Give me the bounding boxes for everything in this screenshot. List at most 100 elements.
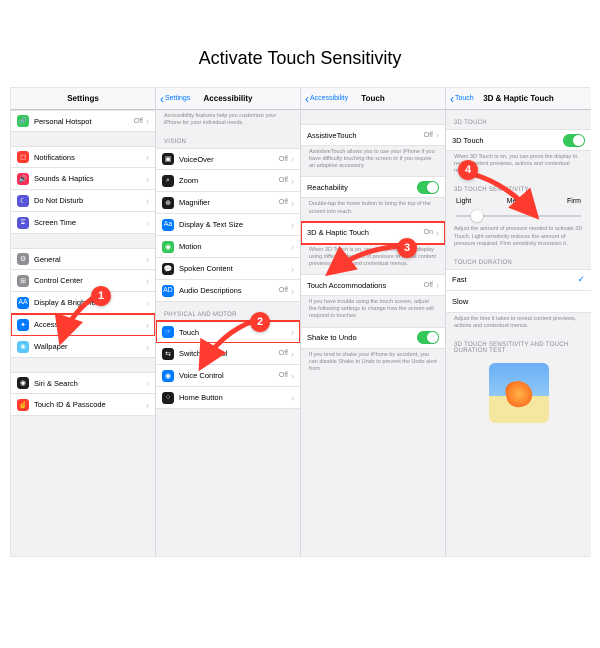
step-badge-3: 3 (397, 238, 417, 258)
label: Do Not Disturb (34, 196, 143, 205)
label: Display & Brightness (34, 298, 143, 307)
row-settings[interactable]: ✦Accessibility› (11, 314, 155, 336)
row-accessibility[interactable]: ○Home Button› (156, 387, 300, 409)
row-accessibility[interactable]: ADAudio DescriptionsOff› (156, 280, 300, 302)
row-settings[interactable]: ☝Touch ID & Passcode› (11, 394, 155, 416)
pane-settings: Settings 🔗Personal HotspotOff›◻︎Notifica… (11, 88, 156, 556)
seg-medium: Medium (507, 198, 532, 205)
app-icon: ❀ (17, 341, 29, 353)
sensitivity-slider[interactable] (456, 209, 581, 223)
header-title: Touch (361, 94, 384, 103)
chevron-icon: › (146, 196, 149, 206)
row-duration-slow[interactable]: Slow (446, 291, 591, 313)
step-badge-1: 1 (91, 286, 111, 306)
row-duration-fast[interactable]: Fast ✓ (446, 269, 591, 291)
helper-text: Double-tap the home button to bring the … (301, 198, 445, 221)
header-title: Settings (67, 94, 99, 103)
app-icon: ▣ (162, 153, 174, 165)
row-accessibility[interactable]: ▣VoiceOverOff› (156, 148, 300, 170)
chevron-icon: › (146, 320, 149, 330)
chevron-icon: › (146, 378, 149, 388)
reachability-toggle[interactable] (417, 181, 439, 194)
header-title: 3D & Haptic Touch (483, 94, 554, 103)
row-accessibility[interactable]: ☞Touch› (156, 321, 300, 343)
chevron-icon: › (291, 349, 294, 359)
back-button[interactable]: Touch (450, 95, 474, 102)
label: Fast (452, 275, 574, 284)
header: Settings Accessibility (156, 88, 300, 110)
back-button[interactable]: Settings (160, 95, 190, 102)
chevron-icon: › (291, 286, 294, 296)
row-reachability[interactable]: Reachability (301, 176, 445, 198)
label: Siri & Search (34, 379, 143, 388)
group-label: 3D TOUCH SENSITIVITY AND TOUCH DURATION … (446, 336, 591, 357)
row-settings[interactable]: ⚙︎General› (11, 248, 155, 270)
value: On (424, 229, 433, 236)
label: AssistiveTouch (307, 131, 421, 140)
slider-thumb[interactable] (471, 210, 483, 222)
row-settings[interactable]: 🔊Sounds & Haptics› (11, 168, 155, 190)
row-accessibility[interactable]: ⊕MagnifierOff› (156, 192, 300, 214)
back-button[interactable]: Accessibility (305, 95, 348, 102)
label: Motion (179, 242, 288, 251)
row-accessibility[interactable]: ⇆Switch ControlOff› (156, 343, 300, 365)
app-icon: ⌛︎ (17, 217, 29, 229)
label: Reachability (307, 183, 414, 192)
shake-toggle[interactable] (417, 331, 439, 344)
row-shake-to-undo[interactable]: Shake to Undo (301, 327, 445, 349)
row-accessibility[interactable]: AaDisplay & Text Size› (156, 214, 300, 236)
label: General (34, 255, 143, 264)
flower-icon (503, 379, 533, 409)
row-settings[interactable]: ❀Wallpaper› (11, 336, 155, 358)
group-label: TOUCH DURATION (446, 254, 591, 269)
chevron-icon: › (146, 342, 149, 352)
row-3d-haptic-touch[interactable]: 3D & Haptic Touch On › (301, 222, 445, 244)
row-touch-accommodations[interactable]: Touch Accommodations Off › (301, 274, 445, 296)
row-assistivetouch[interactable]: AssistiveTouch Off › (301, 124, 445, 146)
chevron-icon: › (291, 198, 294, 208)
row-settings[interactable]: 🔗Personal HotspotOff› (11, 110, 155, 132)
label: Magnifier (179, 198, 276, 207)
group-label-motor: PHYSICAL AND MOTOR (156, 302, 300, 321)
helper-text: If you tend to shake your iPhone by acci… (301, 349, 445, 379)
app-icon: ⊞ (17, 275, 29, 287)
page-title: Activate Touch Sensitivity (0, 48, 600, 69)
header: Settings (11, 88, 155, 110)
helper-text: If you have trouble using the touch scre… (301, 296, 445, 326)
label: 3D Touch (452, 136, 560, 145)
chevron-icon: › (291, 242, 294, 252)
chevron-icon: › (291, 264, 294, 274)
row-accessibility[interactable]: ⌕ZoomOff› (156, 170, 300, 192)
chevron-icon: › (291, 154, 294, 164)
chevron-icon: › (436, 280, 439, 290)
group-label: 3D TOUCH SENSITIVITY (446, 181, 591, 196)
row-settings[interactable]: ☾Do Not Disturb› (11, 190, 155, 212)
row-accessibility[interactable]: ◉Voice ControlOff› (156, 365, 300, 387)
row-accessibility[interactable]: ◉Motion› (156, 236, 300, 258)
row-accessibility[interactable]: 💬Spoken Content› (156, 258, 300, 280)
label: 3D & Haptic Touch (307, 228, 421, 237)
row-3d-touch-switch[interactable]: 3D Touch (446, 129, 591, 151)
app-icon: 💬 (162, 263, 174, 275)
row-settings[interactable]: ◻︎Notifications› (11, 146, 155, 168)
value: Off (424, 282, 433, 289)
label: Touch ID & Passcode (34, 400, 143, 409)
label: Accessibility (34, 320, 143, 329)
test-image[interactable] (489, 363, 549, 423)
app-icon: ⊕ (162, 197, 174, 209)
step-badge-2: 2 (250, 312, 270, 332)
label: Personal Hotspot (34, 117, 131, 126)
chevron-icon: › (146, 400, 149, 410)
chevron-icon: › (291, 220, 294, 230)
3d-touch-toggle[interactable] (563, 134, 585, 147)
sensitivity-labels: Light Medium Firm (446, 196, 591, 205)
label: Sounds & Haptics (34, 174, 143, 183)
row-settings[interactable]: ◉Siri & Search› (11, 372, 155, 394)
app-icon: Aa (162, 219, 174, 231)
app-icon: 🔗 (17, 115, 29, 127)
row-settings[interactable]: ⊞Control Center› (11, 270, 155, 292)
row-settings[interactable]: ⌛︎Screen Time› (11, 212, 155, 234)
row-settings[interactable]: AADisplay & Brightness› (11, 292, 155, 314)
chevron-icon: › (146, 254, 149, 264)
label: Control Center (34, 276, 143, 285)
